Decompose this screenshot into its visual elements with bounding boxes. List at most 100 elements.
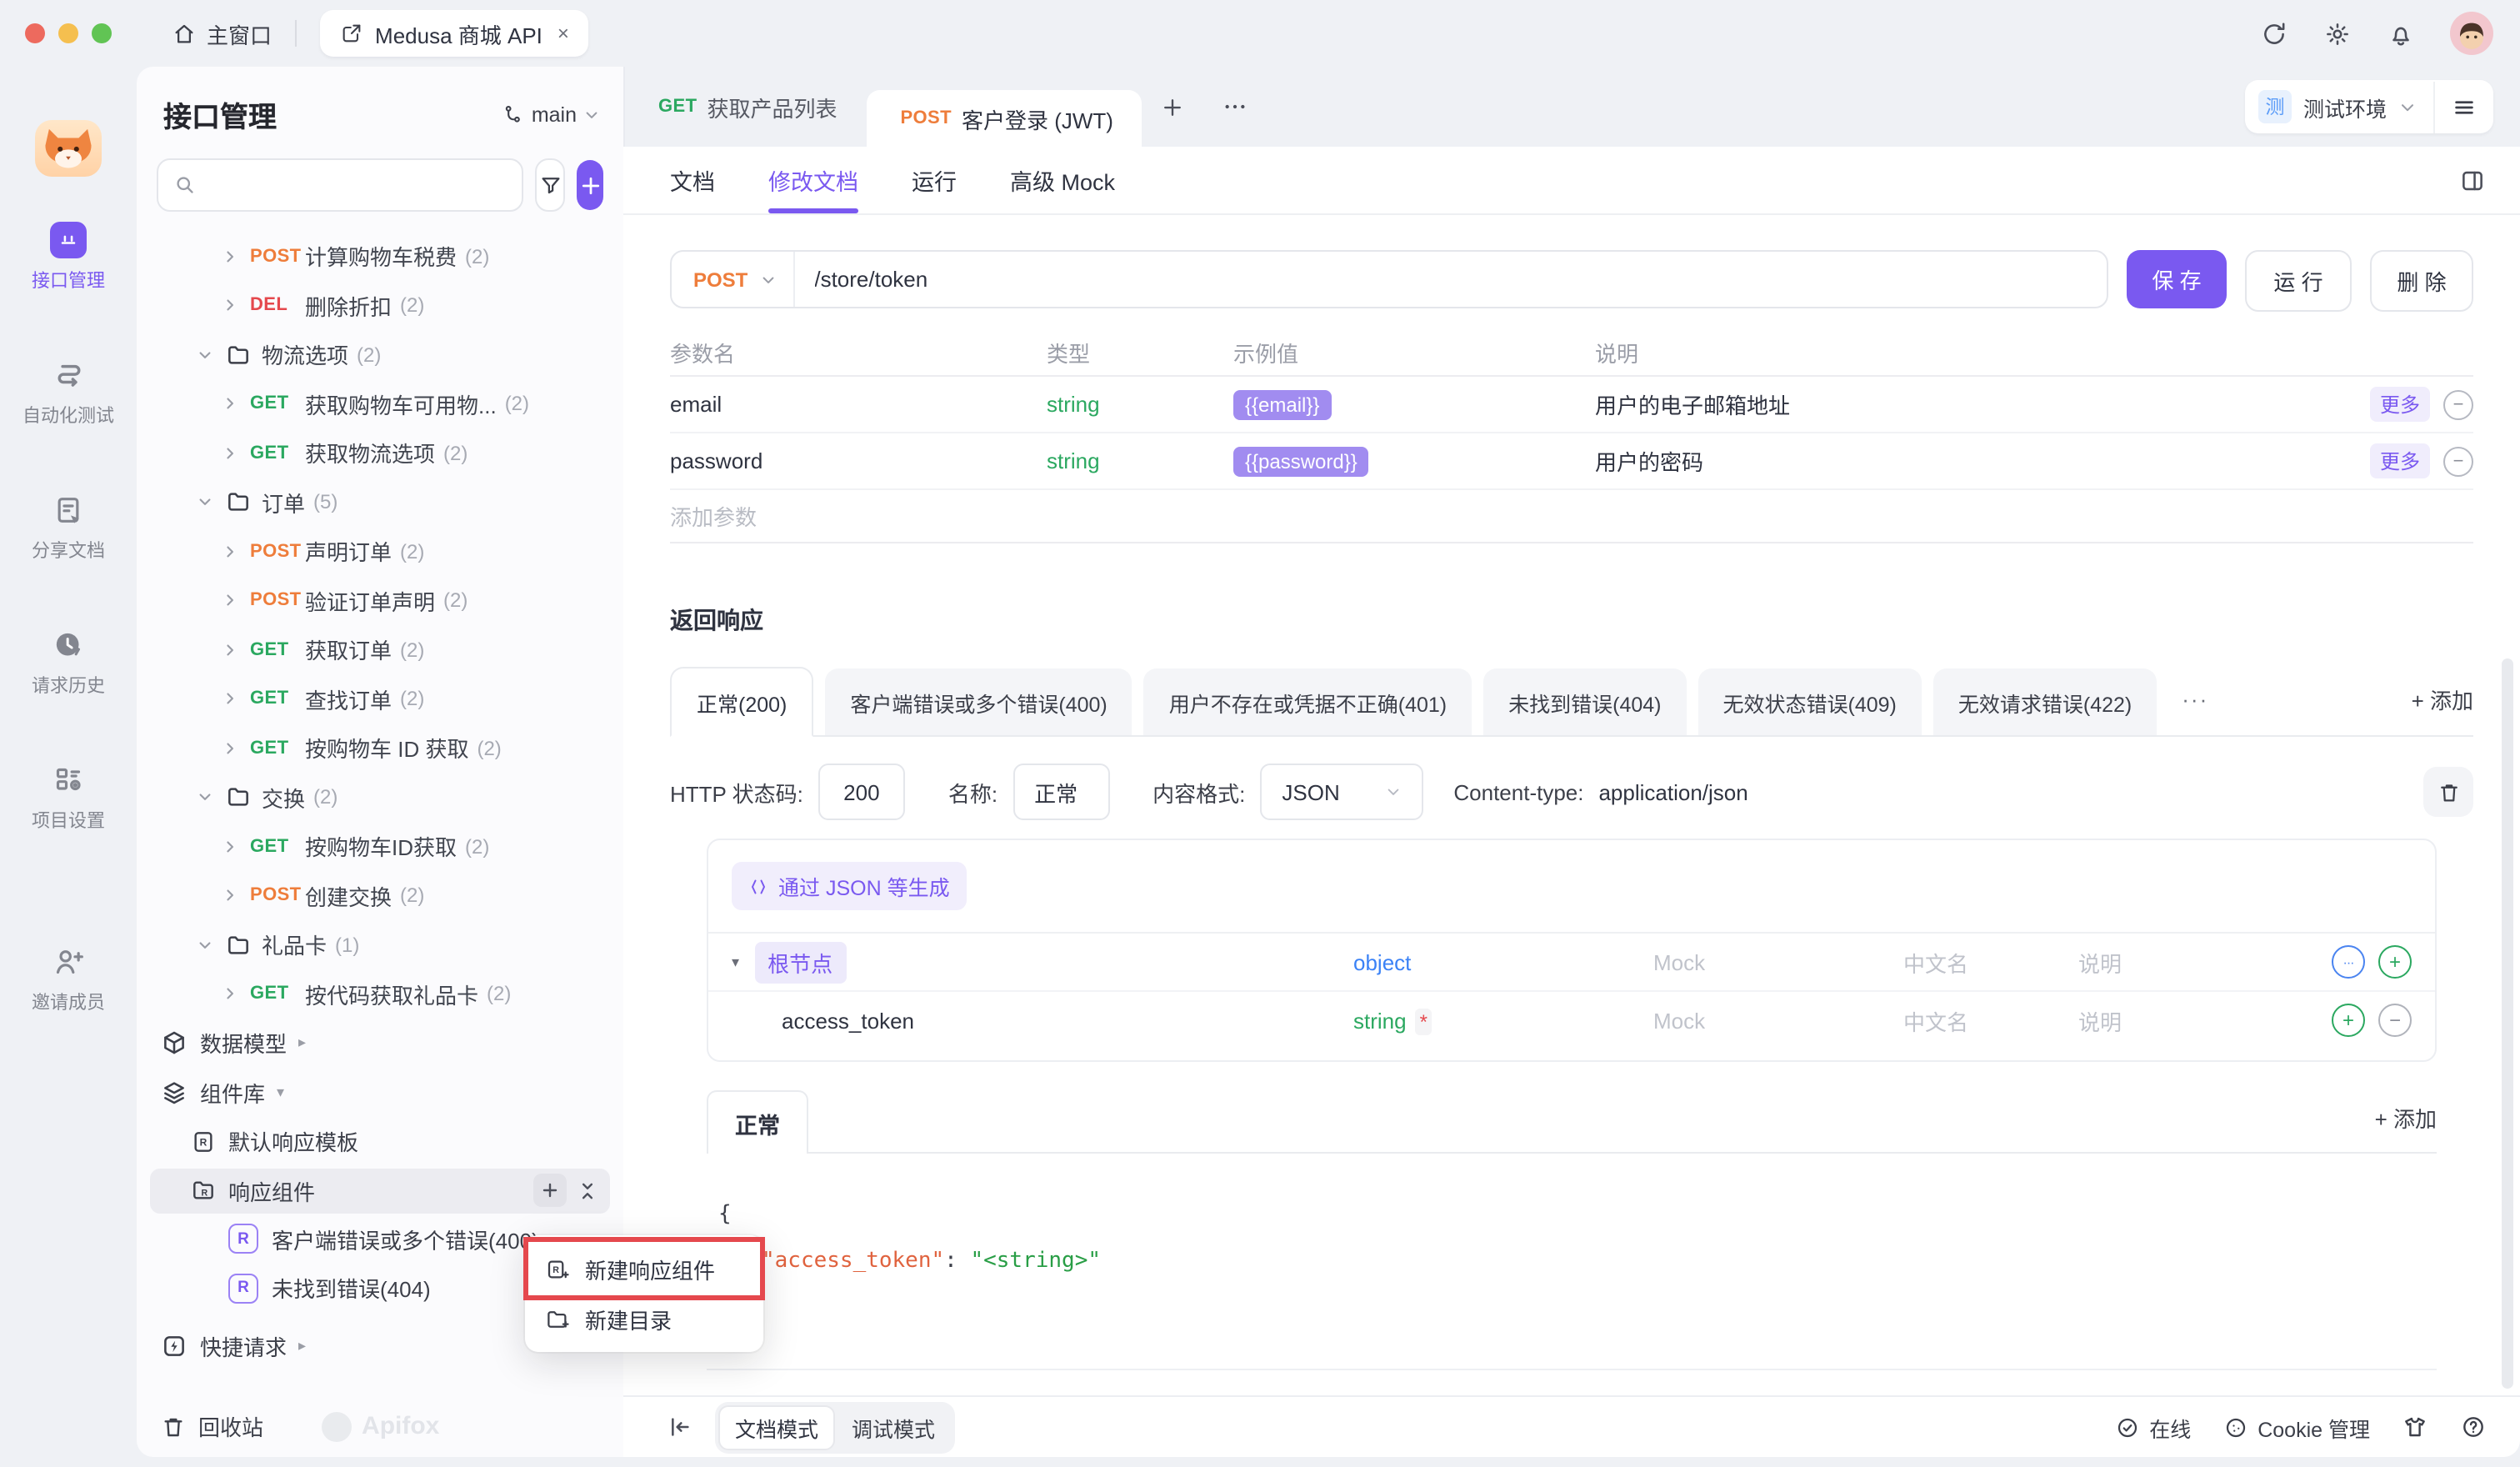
more-button[interactable]: 更多 xyxy=(2370,387,2430,422)
response-tab-404[interactable]: 未找到错误(404) xyxy=(1483,668,1686,735)
tab-advanced-mock[interactable]: 高级 Mock xyxy=(1010,147,1115,213)
doc-tab-get-products[interactable]: GET 获取产品列表 xyxy=(623,67,867,147)
sidebar-item-recycle-bin[interactable]: 回收站 xyxy=(160,1410,263,1442)
rail-item-invite-members[interactable]: 邀请成员 xyxy=(32,944,105,1015)
delete-response-button[interactable] xyxy=(2423,767,2473,817)
response-tab-200[interactable]: 正常(200) xyxy=(670,667,813,737)
tshirt-icon[interactable] xyxy=(2402,1414,2428,1440)
response-tab-401[interactable]: 用户不存在或凭据不正确(401) xyxy=(1144,668,1472,735)
menu-icon[interactable] xyxy=(2435,94,2493,119)
schema-row-root[interactable]: ▾ 根节点 object Mock 中文名 说明 ··· + xyxy=(708,934,2435,990)
tree-item[interactable]: POST创建交换(2) xyxy=(137,871,623,920)
close-window-button[interactable] xyxy=(25,23,45,43)
save-button[interactable]: 保 存 xyxy=(2127,250,2227,308)
tab-docs[interactable]: 文档 xyxy=(670,147,715,213)
tree-item[interactable]: DEL删除折扣(2) xyxy=(137,281,623,330)
split-panel-icon[interactable] xyxy=(2458,166,2487,194)
add-param-row[interactable]: 添加参数 xyxy=(670,490,2473,543)
menu-item-new-response-component[interactable]: R 新建响应组件 xyxy=(525,1244,763,1294)
new-tab-button[interactable] xyxy=(1160,94,1185,119)
remove-param-icon[interactable]: − xyxy=(2443,389,2473,419)
tree-folder[interactable]: 交换(2) xyxy=(137,773,623,822)
response-tab-400[interactable]: 客户端错误或多个错误(400) xyxy=(825,668,1132,735)
tree-item[interactable]: GET按购物车 ID 获取(2) xyxy=(137,723,623,773)
cookie-manager[interactable]: Cookie 管理 xyxy=(2222,1411,2370,1443)
filter-button[interactable] xyxy=(535,158,565,212)
tab-overflow-menu-icon[interactable] xyxy=(1222,93,1248,120)
tree-item[interactable]: GET按代码获取礼品卡(2) xyxy=(137,969,623,1019)
tree-item[interactable]: POST声明订单(2) xyxy=(137,527,623,576)
tree-item[interactable]: GET获取购物车可用物...(2) xyxy=(137,379,623,428)
advanced-settings-icon[interactable]: ··· xyxy=(2332,945,2365,979)
tree-item[interactable]: GET获取物流选项(2) xyxy=(137,428,623,478)
generate-from-json-button[interactable]: 通过 JSON 等生成 xyxy=(732,862,967,910)
tree-folder[interactable]: 订单(5) xyxy=(137,478,623,527)
status-name-input[interactable]: 正常 xyxy=(1012,764,1109,820)
variable-chip[interactable]: {{email}} xyxy=(1233,389,1331,419)
user-avatar[interactable] xyxy=(2450,12,2493,55)
tree-item[interactable]: GET查找订单(2) xyxy=(137,674,623,723)
example-json-code[interactable]: { "access_token": "<string>" } xyxy=(707,1154,2437,1370)
menu-item-new-folder[interactable]: 新建目录 xyxy=(525,1294,763,1344)
vertical-scrollbar[interactable] xyxy=(2502,658,2513,1389)
response-tab-409[interactable]: 无效状态错误(409) xyxy=(1698,668,1922,735)
tree-item[interactable]: POST计算购物车税费(2) xyxy=(137,232,623,281)
response-tabs-overflow-icon[interactable]: ··· xyxy=(2182,687,2208,712)
doc-tab-customer-login[interactable]: POST 客户登录 (JWT) xyxy=(867,90,1141,147)
bell-icon[interactable] xyxy=(2387,19,2415,48)
sidebar-item-component-library[interactable]: 组件库 ▾ xyxy=(137,1068,623,1117)
debug-mode-option[interactable]: 调试模式 xyxy=(835,1404,952,1449)
rail-item-api-management[interactable]: 接口管理 xyxy=(32,222,105,293)
param-row-email[interactable]: email string {{email}} 用户的电子邮箱地址 更多 − xyxy=(670,377,2473,433)
search-input[interactable] xyxy=(207,171,507,199)
environment-selector[interactable]: 测 测试环境 xyxy=(2245,90,2433,123)
add-response-button[interactable]: + 添加 xyxy=(2412,683,2473,715)
param-row-password[interactable]: password string {{password}} 用户的密码 更多 − xyxy=(670,433,2473,490)
main-window-tab[interactable]: 主窗口 xyxy=(172,18,272,49)
project-logo[interactable] xyxy=(35,120,102,177)
branch-selector[interactable]: main xyxy=(502,103,600,126)
add-field-icon[interactable]: + xyxy=(2332,1004,2365,1037)
zoom-window-button[interactable] xyxy=(92,23,112,43)
example-tab-normal[interactable]: 正常 xyxy=(707,1090,808,1154)
tree-folder[interactable]: 物流选项(2) xyxy=(137,330,623,379)
add-example-button[interactable]: + 添加 xyxy=(2375,1102,2437,1152)
sidebar-item-data-models[interactable]: 数据模型 ▸ xyxy=(137,1019,623,1068)
rail-item-request-history[interactable]: 请求历史 xyxy=(32,627,105,698)
collapse-sidebar-icon[interactable] xyxy=(667,1414,693,1440)
gear-icon[interactable] xyxy=(2323,19,2352,48)
caret-down-icon[interactable]: ▾ xyxy=(732,953,739,971)
schema-row-access-token[interactable]: access_token string* Mock 中文名 说明 + − xyxy=(708,990,2435,1049)
sync-icon[interactable] xyxy=(2260,19,2288,48)
tree-item[interactable]: GET按购物车ID获取(2) xyxy=(137,822,623,871)
add-field-icon[interactable]: + xyxy=(2378,945,2412,979)
tab-run[interactable]: 运行 xyxy=(912,147,957,213)
project-window-tab[interactable]: Medusa 商城 API × xyxy=(320,10,589,57)
more-button[interactable]: 更多 xyxy=(2370,443,2430,478)
rail-item-share-docs[interactable]: 分享文档 xyxy=(32,492,105,563)
variable-chip[interactable]: {{password}} xyxy=(1233,446,1369,476)
tree-folder[interactable]: 礼品卡(1) xyxy=(137,920,623,969)
tree-item[interactable]: POST验证订单声明(2) xyxy=(137,576,623,625)
collapse-all-icon[interactable] xyxy=(577,1179,598,1201)
endpoint-path-input[interactable] xyxy=(794,267,2107,292)
run-button[interactable]: 运 行 xyxy=(2245,250,2352,312)
doc-mode-option[interactable]: 文档模式 xyxy=(718,1404,835,1449)
sidebar-item-response-components[interactable]: R 响应组件 xyxy=(150,1168,610,1213)
remove-field-icon[interactable]: − xyxy=(2378,1004,2412,1037)
remove-param-icon[interactable]: − xyxy=(2443,446,2473,476)
close-tab-icon[interactable]: × xyxy=(558,22,569,45)
root-node-chip[interactable]: 根节点 xyxy=(754,941,846,983)
delete-button[interactable]: 删 除 xyxy=(2370,250,2473,312)
sidebar-item-default-response-template[interactable]: R 默认响应模板 xyxy=(137,1117,623,1166)
add-api-button[interactable] xyxy=(577,160,603,210)
content-format-select[interactable]: JSON xyxy=(1260,764,1423,820)
minimize-window-button[interactable] xyxy=(58,23,78,43)
online-status[interactable]: 在线 xyxy=(2114,1411,2191,1443)
status-code-input[interactable]: 200 xyxy=(818,764,905,820)
rail-item-automated-testing[interactable]: 自动化测试 xyxy=(22,357,114,428)
response-tab-422[interactable]: 无效请求错误(422) xyxy=(1933,668,2157,735)
tree-item[interactable]: GET获取订单(2) xyxy=(137,625,623,674)
add-response-component-button[interactable] xyxy=(533,1174,567,1207)
tab-edit-docs[interactable]: 修改文档 xyxy=(768,147,858,213)
